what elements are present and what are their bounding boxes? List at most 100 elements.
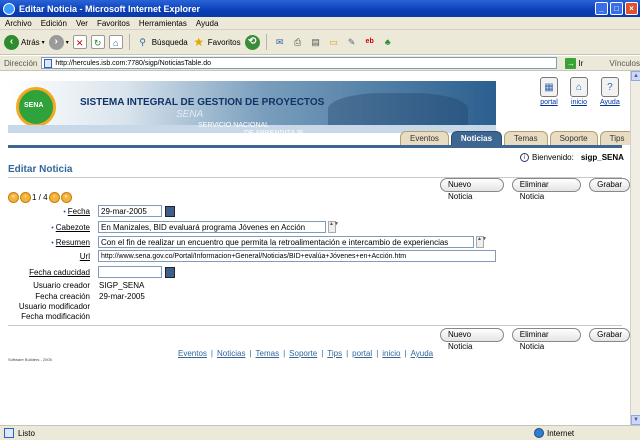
- footer-link-inicio[interactable]: inicio: [382, 349, 400, 358]
- resumen-row: Con el fin de realizar un encuentro que …: [98, 236, 487, 248]
- scroll-up-icon[interactable]: ▲: [631, 71, 640, 81]
- global-link-portal[interactable]: ▦ portal: [540, 77, 558, 106]
- menu-ver[interactable]: Ver: [76, 19, 88, 28]
- search-icon: ⚲: [139, 37, 146, 47]
- url-row: http://www.sena.gov.co/Portal/Informacio…: [98, 250, 496, 262]
- save-button-bottom[interactable]: Grabar: [589, 328, 630, 342]
- top-button-row: Nuevo Noticia Eliminar Noticia Grabar: [440, 178, 630, 201]
- menu-ayuda[interactable]: Ayuda: [196, 19, 219, 28]
- footer-link-soporte[interactable]: Soporte: [289, 349, 317, 358]
- mail-icon[interactable]: ✉: [273, 35, 287, 49]
- home-icon[interactable]: ⌂: [108, 35, 123, 49]
- cabezote-scroll-icon[interactable]: ▲▼: [328, 221, 339, 233]
- fecha-modificacion-label: Fecha modificación: [21, 312, 90, 321]
- print-icon[interactable]: ⎙: [291, 35, 305, 49]
- banner-subtitle-1: SERVICIO NACIONAL: [198, 122, 270, 129]
- browser-toolbar: ‹ Atrás ▾ › ▾ ✕ ↻ ⌂ ⚲ Búsqueda ★ Favorit…: [0, 30, 640, 55]
- global-link-inicio[interactable]: ⌂ inicio: [570, 77, 588, 106]
- menu-favoritos[interactable]: Favoritos: [97, 19, 130, 28]
- page-title: Editar Noticia: [8, 164, 73, 175]
- delete-noticia-button[interactable]: Eliminar Noticia: [511, 178, 582, 201]
- back-arrow-icon: ‹: [4, 34, 19, 50]
- footer-link-noticias[interactable]: Noticias: [217, 349, 245, 358]
- footer-link-portal[interactable]: portal: [352, 349, 372, 358]
- notes-icon[interactable]: ▭: [327, 35, 341, 49]
- resumen-scroll-icon[interactable]: ▲▼: [476, 236, 487, 248]
- security-zone: Internet: [534, 428, 574, 438]
- address-input[interactable]: http://hercules.isb.com:7780/sigp/Notici…: [41, 57, 558, 69]
- window-titlebar: Editar Noticia - Microsoft Internet Expl…: [0, 0, 640, 17]
- global-link-label: Ayuda: [600, 99, 620, 106]
- save-button[interactable]: Grabar: [589, 178, 630, 192]
- resumen-label-text: Resumen: [55, 238, 90, 247]
- footer-link-eventos[interactable]: Eventos: [178, 349, 207, 358]
- tab-tips[interactable]: Tips: [599, 131, 630, 145]
- page-viewport: SENA SISTEMA INTEGRAL DE GESTION DE PROY…: [0, 71, 630, 425]
- welcome-user: sigp_SENA: [580, 153, 624, 162]
- new-noticia-button-bottom[interactable]: Nuevo Noticia: [440, 328, 504, 351]
- footer-sep: |: [321, 349, 324, 358]
- calendar-icon[interactable]: [165, 266, 175, 278]
- usuario-creador-value: SIGP_SENA: [99, 281, 145, 290]
- new-noticia-button[interactable]: Nuevo Noticia: [440, 178, 504, 201]
- minimize-button[interactable]: _: [595, 2, 608, 15]
- footer-link-ayuda[interactable]: Ayuda: [411, 349, 434, 358]
- next-record-icon[interactable]: ›: [48, 192, 60, 203]
- tab-temas[interactable]: Temas: [504, 131, 548, 145]
- home-icon: ⌂: [570, 77, 588, 97]
- search-button[interactable]: ⚲ Búsqueda: [136, 35, 188, 49]
- search-label: Búsqueda: [151, 37, 188, 47]
- menu-herramientas[interactable]: Herramientas: [139, 19, 187, 28]
- back-label: Atrás: [21, 37, 40, 47]
- ie-icon: [3, 2, 15, 15]
- last-record-icon[interactable]: »: [60, 192, 72, 203]
- ebay-icon[interactable]: eb: [363, 35, 377, 49]
- url-input[interactable]: http://www.sena.gov.co/Portal/Informacio…: [98, 250, 496, 262]
- maximize-button[interactable]: □: [610, 2, 623, 15]
- scroll-down-icon[interactable]: ▼: [631, 415, 640, 425]
- edit-icon[interactable]: ▤: [309, 35, 323, 49]
- star-icon: ★: [193, 35, 205, 49]
- status-text: Listo: [18, 428, 35, 438]
- history-icon[interactable]: ⟲: [244, 34, 260, 50]
- tab-noticias[interactable]: Noticias: [450, 131, 503, 145]
- refresh-icon[interactable]: ↻: [90, 35, 105, 49]
- header-banner: SENA SISTEMA INTEGRAL DE GESTION DE PROY…: [8, 81, 496, 137]
- fecha-caducidad-label: Fecha caducidad: [0, 268, 90, 277]
- delete-noticia-button-bottom[interactable]: Eliminar Noticia: [511, 328, 582, 351]
- stop-icon[interactable]: ✕: [72, 35, 87, 49]
- vertical-scrollbar[interactable]: ▲ ▼: [630, 71, 640, 425]
- resumen-input[interactable]: Con el fin de realizar un encuentro que …: [98, 236, 474, 248]
- footer-link-tips[interactable]: Tips: [327, 349, 342, 358]
- go-button[interactable]: → Ir: [565, 57, 583, 69]
- footer-links: Eventos | Noticias | Temas | Soporte | Tips |…: [178, 349, 433, 358]
- first-record-icon[interactable]: «: [8, 192, 19, 203]
- banner-title: SISTEMA INTEGRAL DE GESTION DE PROYECTOS: [80, 97, 325, 108]
- address-bar: Dirección http://hercules.isb.com:7780/s…: [0, 56, 640, 71]
- close-button[interactable]: ×: [625, 2, 638, 15]
- prev-record-icon[interactable]: ‹: [20, 192, 31, 203]
- main-tabs: Eventos Noticias Temas Soporte Tips: [400, 131, 630, 145]
- usuario-creador-label: Usuario creador: [33, 281, 90, 290]
- record-navigation: « ‹ 1 / 4 › »: [8, 192, 72, 203]
- footer-link-temas[interactable]: Temas: [256, 349, 280, 358]
- window-controls: _ □ ×: [595, 2, 638, 15]
- menu-edicion[interactable]: Edición: [41, 19, 67, 28]
- links-label[interactable]: Vínculos: [609, 59, 640, 68]
- forward-button[interactable]: › ▾: [48, 34, 69, 50]
- messenger-icon[interactable]: ✎: [345, 35, 359, 49]
- global-link-ayuda[interactable]: ? Ayuda: [600, 77, 620, 106]
- tab-soporte[interactable]: Soporte: [549, 131, 598, 145]
- fecha-input[interactable]: 29-mar-2005: [98, 205, 162, 217]
- menu-archivo[interactable]: Archivo: [5, 19, 32, 28]
- cabezote-input[interactable]: En Manizales, BID evaluará programa Jóve…: [98, 221, 326, 233]
- footer-sep: |: [210, 349, 213, 358]
- tab-eventos[interactable]: Eventos: [400, 131, 449, 145]
- banner-subtitle-2: DE APRENDIZAJE: [244, 130, 304, 137]
- favorites-button[interactable]: ★ Favoritos: [192, 35, 240, 49]
- people-icon[interactable]: ♣: [381, 35, 395, 49]
- calendar-icon[interactable]: [165, 205, 175, 217]
- back-button[interactable]: ‹ Atrás ▾: [4, 34, 45, 50]
- fecha-caducidad-input[interactable]: [98, 266, 162, 278]
- fecha-label: • Fecha: [0, 207, 90, 216]
